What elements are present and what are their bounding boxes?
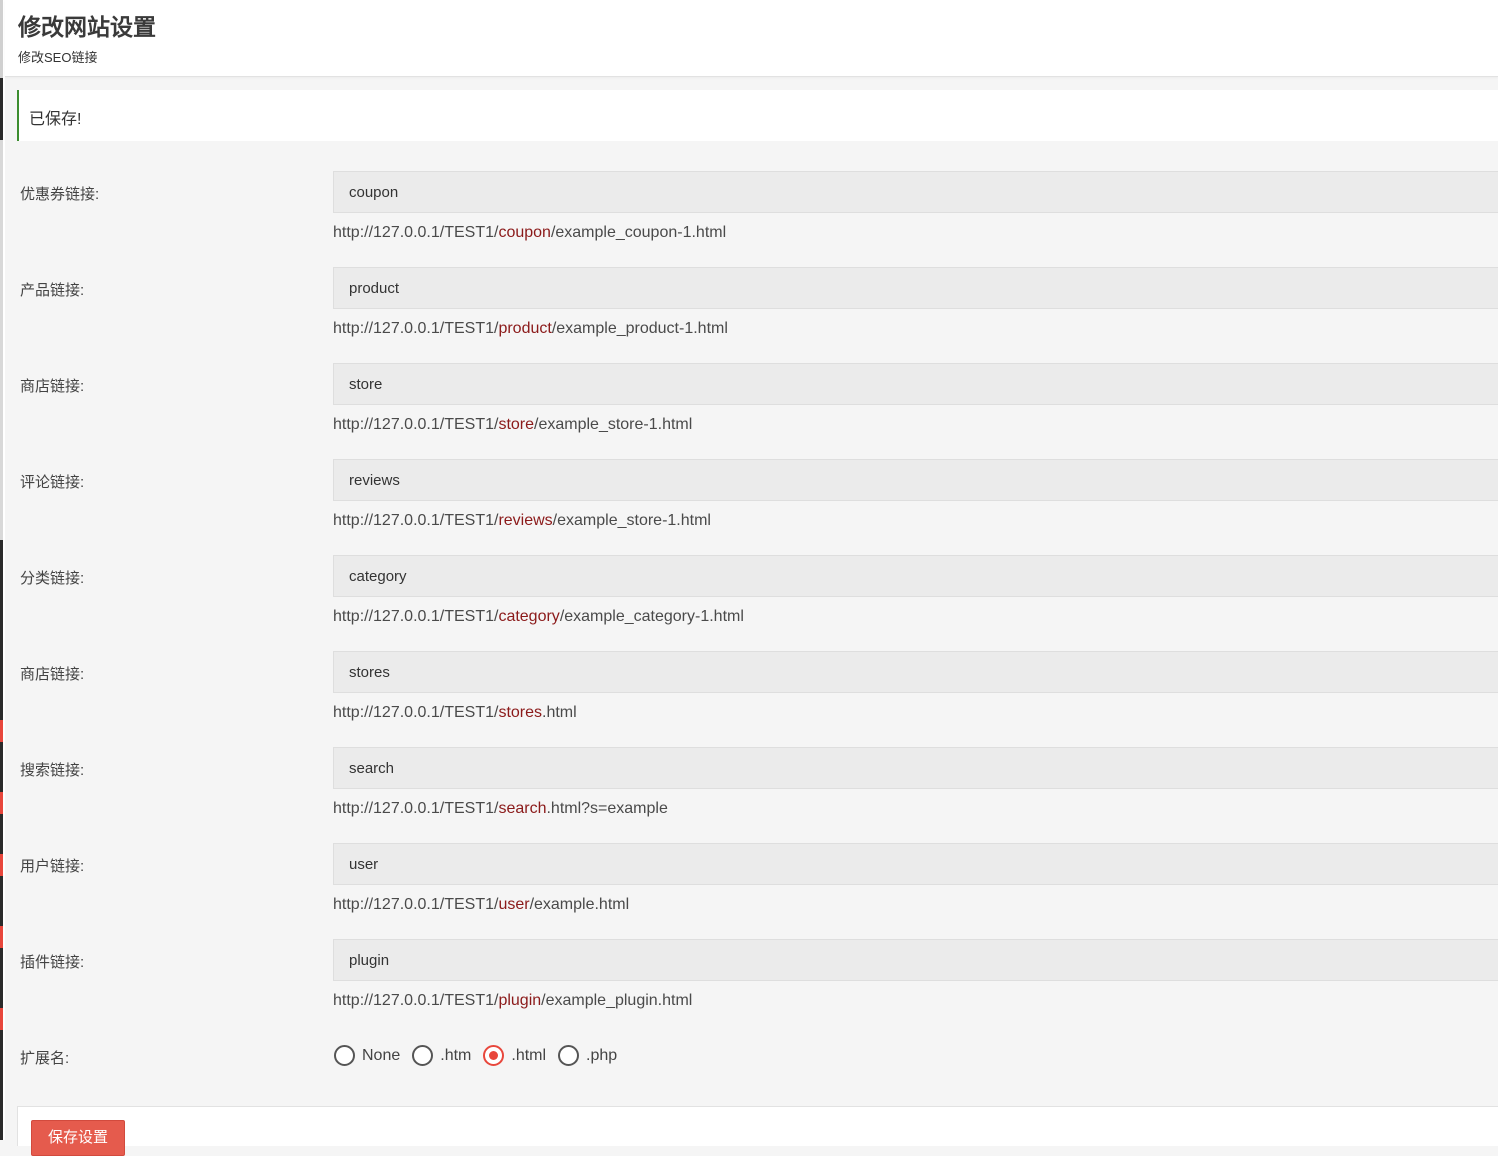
category-link-preview: http://127.0.0.1/TEST1/category/example_… (333, 608, 744, 625)
stores-link-input[interactable] (333, 651, 1498, 693)
radio-none[interactable] (334, 1045, 355, 1066)
product-link-label: 产品链接: (20, 282, 85, 299)
saved-notice-text: 已保存! (29, 111, 82, 128)
radio-php[interactable] (558, 1045, 580, 1066)
extension-option-none[interactable]: None (334, 1045, 400, 1066)
reviews-link-preview: http://127.0.0.1/TEST1/reviews/example_s… (333, 512, 711, 529)
category-link-row: 分类链接: http://127.0.0.1/TEST1/category/ex… (5, 555, 1498, 651)
user-link-input[interactable] (333, 843, 1498, 885)
extension-label: 扩展名: (20, 1050, 70, 1067)
product-link-slug: product (498, 320, 552, 337)
plugin-link-input[interactable] (333, 939, 1498, 981)
plugin-link-slug: plugin (498, 992, 542, 1009)
extension-option-htm[interactable]: .htm (412, 1045, 471, 1066)
extension-option-htm-label: .htm (440, 1046, 472, 1064)
reviews-link-label: 评论链接: (20, 474, 85, 491)
user-link-row: 用户链接: http://127.0.0.1/TEST1/user/exampl… (5, 843, 1498, 939)
store-link-label: 商店链接: (20, 378, 85, 395)
search-link-input[interactable] (333, 747, 1498, 789)
store-link-slug: store (498, 416, 535, 433)
extension-option-html-label: .html (511, 1046, 547, 1064)
settings-page: 修改网站设置 修改SEO链接 已保存! 优惠券链接: http://127.0.… (5, 0, 1498, 1156)
save-settings-button[interactable]: 保存设置 (31, 1120, 125, 1156)
page-subtitle: 修改SEO链接 (18, 50, 98, 65)
product-link-preview: http://127.0.0.1/TEST1/product/example_p… (333, 320, 728, 337)
user-link-slug: user (498, 896, 530, 913)
product-link-row: 产品链接: http://127.0.0.1/TEST1/product/exa… (5, 267, 1498, 363)
product-link-input[interactable] (333, 267, 1498, 309)
category-link-input[interactable] (333, 555, 1498, 597)
extension-option-php-label: .php (586, 1046, 618, 1064)
reviews-link-row: 评论链接: http://127.0.0.1/TEST1/reviews/exa… (5, 459, 1498, 555)
category-link-label: 分类链接: (20, 570, 85, 587)
extension-option-none-label: None (362, 1046, 401, 1064)
stores-link-preview: http://127.0.0.1/TEST1/stores.html (333, 704, 577, 721)
page-title: 修改网站设置 (18, 14, 156, 40)
reviews-link-slug: reviews (498, 512, 553, 529)
user-link-preview: http://127.0.0.1/TEST1/user/example.html (333, 896, 630, 913)
saved-notice: 已保存! (17, 90, 1498, 141)
search-link-slug: search (498, 800, 547, 817)
page-header: 修改网站设置 修改SEO链接 (5, 0, 1498, 77)
extension-option-html[interactable]: .html (483, 1045, 546, 1066)
extension-option-php[interactable]: .php (558, 1045, 617, 1066)
stores-link-row: 商店链接: http://127.0.0.1/TEST1/stores.html (5, 651, 1498, 747)
store-link-preview: http://127.0.0.1/TEST1/store/example_sto… (333, 416, 693, 433)
plugin-link-row: 插件链接: http://127.0.0.1/TEST1/plugin/exam… (5, 939, 1498, 1035)
stores-link-label: 商店链接: (20, 666, 85, 683)
user-link-label: 用户链接: (20, 858, 85, 875)
category-link-slug: category (498, 608, 560, 625)
plugin-link-label: 插件链接: (20, 954, 85, 971)
search-link-row: 搜索链接: http://127.0.0.1/TEST1/search.html… (5, 747, 1498, 843)
form-footer: 保存设置 (17, 1106, 1498, 1156)
coupon-link-slug: coupon (498, 224, 551, 241)
coupon-link-preview: http://127.0.0.1/TEST1/coupon/example_co… (333, 224, 727, 241)
coupon-link-row: 优惠券链接: http://127.0.0.1/TEST1/coupon/exa… (5, 171, 1498, 267)
radio-html[interactable] (483, 1045, 505, 1066)
coupon-link-label: 优惠券链接: (20, 186, 100, 203)
search-link-preview: http://127.0.0.1/TEST1/search.html?s=exa… (333, 800, 668, 817)
extension-radio-group: None .htm .html .php (334, 1045, 629, 1066)
search-link-label: 搜索链接: (20, 762, 85, 779)
plugin-link-preview: http://127.0.0.1/TEST1/plugin/example_pl… (333, 992, 693, 1009)
extension-row: 扩展名: None .htm .html .php (5, 1041, 1498, 1081)
store-link-input[interactable] (333, 363, 1498, 405)
store-link-row: 商店链接: http://127.0.0.1/TEST1/store/examp… (5, 363, 1498, 459)
stores-link-slug: stores (498, 704, 543, 721)
reviews-link-input[interactable] (333, 459, 1498, 501)
radio-htm[interactable] (412, 1045, 434, 1066)
coupon-link-input[interactable] (333, 171, 1498, 213)
